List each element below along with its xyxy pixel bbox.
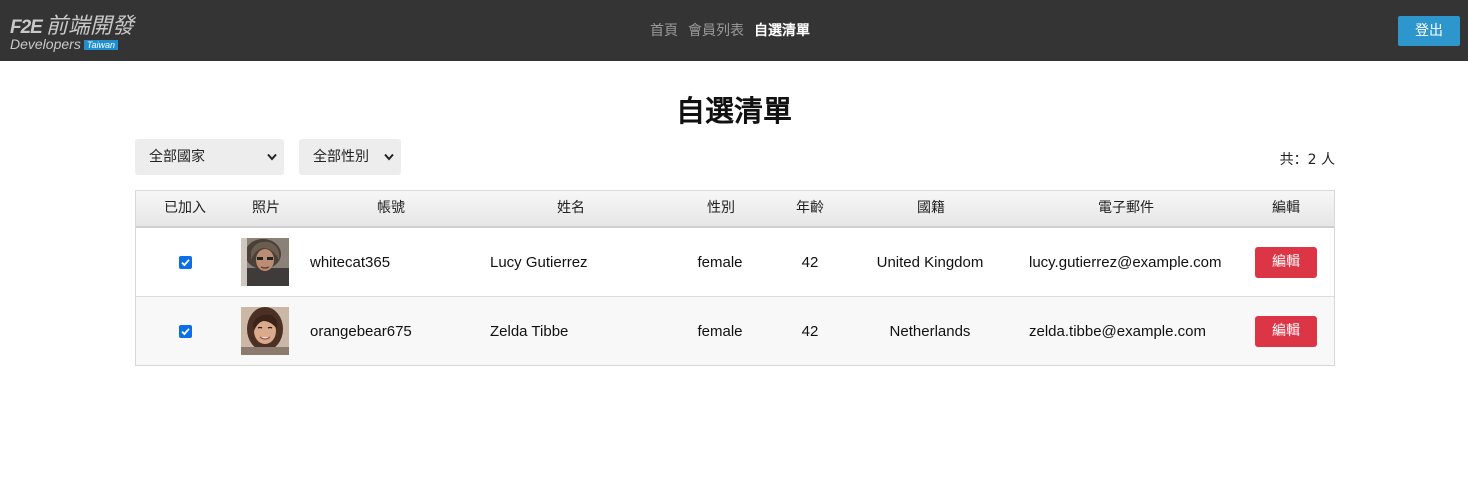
logo-subtitle: Developers [10, 36, 81, 52]
nav-watchlist[interactable]: 自選清單 [754, 20, 810, 40]
gender-filter-select[interactable]: 全部性別 [299, 139, 401, 175]
avatar-photo [241, 307, 289, 355]
nationality-cell: United Kingdom [876, 254, 984, 271]
gender-cell: female [697, 254, 743, 271]
email-cell: lucy.gutierrez@example.com [1029, 254, 1222, 271]
added-checkbox[interactable] [179, 325, 192, 338]
header-age: 年齡 [796, 200, 824, 216]
age-cell: 42 [801, 254, 819, 271]
logo-badge: Taiwan [83, 40, 119, 50]
header-edit: 編輯 [1272, 200, 1300, 216]
header-username: 帳號 [377, 200, 405, 216]
top-navbar: F2E 前端開發 Developers Taiwan 首頁 會員列表 自選清單 登出 [0, 0, 1468, 61]
header-email: 電子郵件 [1098, 200, 1154, 216]
nav-home[interactable]: 首頁 [650, 20, 678, 40]
nav-member-list[interactable]: 會員列表 [688, 20, 744, 40]
edit-button[interactable]: 編輯 [1255, 316, 1317, 347]
header-name: 姓名 [557, 200, 585, 216]
username-cell: whitecat365 [310, 254, 391, 271]
added-checkbox[interactable] [179, 256, 192, 269]
header-gender: 性別 [707, 200, 735, 216]
table-row: whitecat365 Lucy Gutierrez female 42 Uni… [136, 228, 1334, 297]
email-cell: zelda.tibbe@example.com [1029, 323, 1206, 340]
watchlist-table: 已加入 照片 帳號 姓名 性別 年齡 國籍 電子郵件 編輯 whitecat36… [135, 190, 1335, 366]
gender-cell: female [697, 323, 743, 340]
avatar [241, 307, 289, 355]
page-title: 自選清單 [675, 94, 792, 128]
avatar-photo [241, 238, 289, 286]
country-filter-select[interactable]: 全部國家 [135, 139, 284, 175]
gender-filter-value: 全部性別 [313, 149, 369, 165]
name-cell: Zelda Tibbe [490, 323, 569, 340]
main-nav: 首頁 會員列表 自選清單 [650, 20, 810, 40]
header-photo: 照片 [252, 200, 280, 216]
check-icon [181, 259, 190, 267]
nationality-cell: Netherlands [889, 323, 971, 340]
username-cell: orangebear675 [310, 323, 412, 340]
edit-button[interactable]: 編輯 [1255, 247, 1317, 278]
logout-button[interactable]: 登出 [1398, 16, 1460, 46]
country-filter-value: 全部國家 [149, 149, 205, 165]
check-icon [181, 328, 190, 336]
name-cell: Lucy Gutierrez [490, 254, 588, 271]
avatar [241, 238, 289, 286]
table-header: 已加入 照片 帳號 姓名 性別 年齡 國籍 電子郵件 編輯 [136, 191, 1334, 228]
member-count: 共：2 人 [1279, 152, 1335, 168]
chevron-down-icon [384, 153, 394, 161]
header-nationality: 國籍 [917, 200, 945, 216]
site-logo[interactable]: F2E 前端開發 Developers Taiwan [10, 8, 160, 52]
chevron-down-icon [267, 153, 277, 161]
age-cell: 42 [801, 323, 819, 340]
header-added: 已加入 [164, 200, 206, 216]
table-row: orangebear675 Zelda Tibbe female 42 Neth… [136, 297, 1334, 365]
